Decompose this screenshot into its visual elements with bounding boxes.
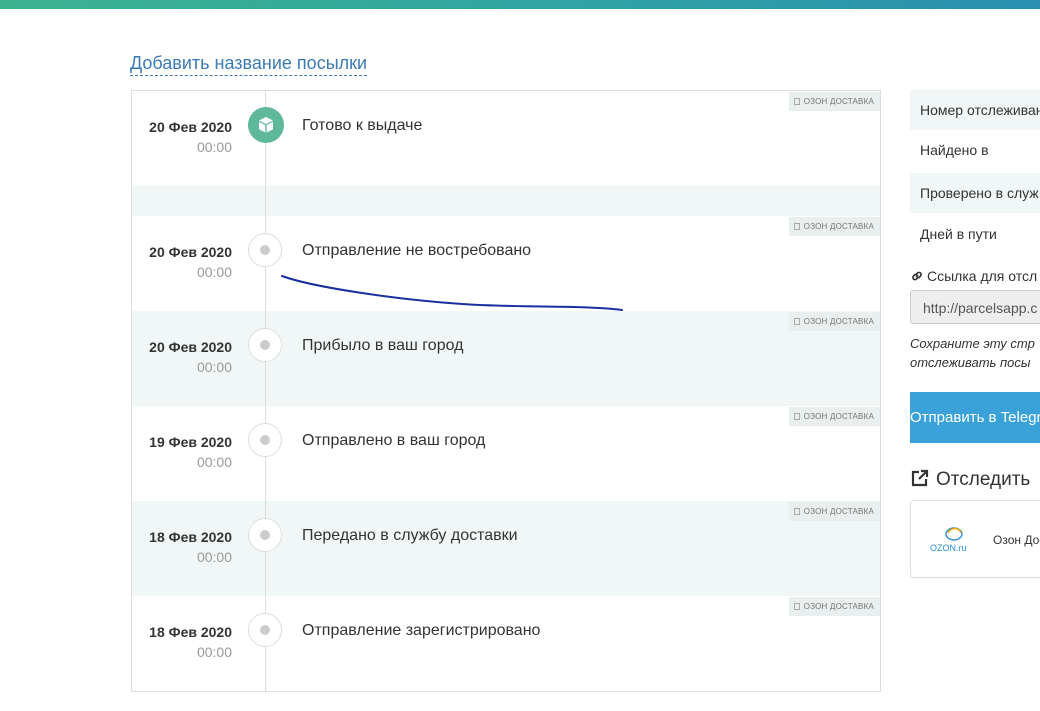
dot-icon	[248, 518, 282, 552]
info-row-tracking-number: Номер отслеживан	[910, 90, 1040, 130]
carrier-card-ozon[interactable]: OZON.ru Озон Дос	[910, 500, 1040, 578]
carrier-badge: ОЗОН ДОСТАВКА	[788, 217, 880, 236]
event-status: Передано в службу доставки	[302, 527, 518, 544]
event-date: 18 Фев 2020	[149, 529, 232, 545]
add-parcel-name-link[interactable]: Добавить название посылки	[130, 52, 368, 76]
ozon-logo: OZON.ru	[930, 527, 967, 553]
event-time: 00:00	[196, 359, 232, 375]
carrier-name: Озон Дос	[993, 533, 1040, 547]
package-icon	[248, 107, 284, 143]
event-status: Прибыло в ваш город	[302, 337, 464, 354]
carrier-badge-icon	[793, 223, 800, 230]
timeline-event: 18 Фев 2020 00:00 Передано в службу дост…	[132, 501, 880, 596]
track-title: Отследить	[910, 468, 1030, 491]
event-date: 20 Фев 2020	[149, 119, 232, 135]
timeline-event: 18 Фев 2020 00:00 Отправление зарегистри…	[132, 596, 880, 691]
tracking-link-label-text: Ссылка для отсл	[927, 268, 1038, 284]
timeline-event: 20 Фев 2020 00:00 Отправление не востреб…	[132, 216, 880, 311]
carrier-badge-label: ОЗОН ДОСТАВКА	[803, 222, 874, 231]
event-date: 19 Фев 2020	[149, 434, 232, 450]
save-note-line2: отслеживать посы	[910, 355, 1031, 370]
event-status: Отправление зарегистрировано	[302, 622, 541, 639]
info-row-found-in: Найдено в	[920, 142, 989, 158]
carrier-badge: ОЗОН ДОСТАВКА	[788, 92, 880, 111]
info-row-checked-in: Проверено в служ	[910, 173, 1040, 213]
send-to-telegram-button[interactable]: Отправить в Telegr	[910, 392, 1040, 443]
save-note-line1: Сохраните эту стр	[910, 336, 1035, 351]
carrier-badge-label: ОЗОН ДОСТАВКА	[803, 412, 874, 421]
dot-icon	[248, 613, 282, 647]
external-link-icon	[911, 469, 929, 487]
event-status: Готово к выдаче	[302, 117, 423, 134]
timeline-gap	[132, 186, 880, 216]
event-time: 00:00	[196, 454, 232, 470]
event-date: 20 Фев 2020	[149, 339, 232, 355]
carrier-badge-icon	[793, 98, 800, 105]
carrier-badge-icon	[793, 413, 800, 420]
carrier-badge-label: ОЗОН ДОСТАВКА	[803, 317, 874, 326]
timeline-event: 19 Фев 2020 00:00 Отправлено в ваш город…	[132, 406, 880, 501]
carrier-badge-icon	[793, 603, 800, 610]
carrier-badge-label: ОЗОН ДОСТАВКА	[803, 97, 874, 106]
carrier-badge-label: ОЗОН ДОСТАВКА	[803, 602, 874, 611]
tracking-link-field[interactable]: http://parcelsapp.c	[910, 290, 1040, 324]
event-time: 00:00	[196, 549, 232, 565]
timeline-event: 20 Фев 2020 00:00 Прибыло в ваш город ОЗ…	[132, 311, 880, 406]
carrier-badge-label: ОЗОН ДОСТАВКА	[803, 507, 874, 516]
timeline-event: 20 Фев 2020 00:00 Готово к выдаче ОЗОН Д…	[132, 91, 880, 186]
event-time: 00:00	[196, 264, 232, 280]
carrier-badge-icon	[793, 508, 800, 515]
tracking-link-label: Ссылка для отсл	[910, 268, 1037, 284]
event-date: 18 Фев 2020	[149, 624, 232, 640]
info-row-days-in-transit: Дней в пути	[920, 226, 997, 242]
dot-icon	[248, 233, 282, 267]
dot-icon	[248, 328, 282, 362]
event-status: Отправление не востребовано	[302, 242, 532, 259]
event-date: 20 Фев 2020	[149, 244, 232, 260]
dot-icon	[248, 423, 282, 457]
carrier-badge: ОЗОН ДОСТАВКА	[788, 312, 880, 331]
carrier-badge: ОЗОН ДОСТАВКА	[788, 597, 880, 616]
carrier-badge: ОЗОН ДОСТАВКА	[788, 407, 880, 426]
timeline-line	[265, 91, 266, 691]
link-icon	[912, 271, 922, 281]
carrier-badge: ОЗОН ДОСТАВКА	[788, 502, 880, 521]
event-time: 00:00	[196, 644, 232, 660]
tracking-timeline: 20 Фев 2020 00:00 Готово к выдаче ОЗОН Д…	[131, 90, 881, 692]
top-gradient-bar	[0, 0, 1040, 9]
event-time: 00:00	[196, 139, 232, 155]
event-status: Отправлено в ваш город	[302, 432, 486, 449]
save-page-note: Сохраните эту стр отслеживать посы	[910, 334, 1035, 372]
carrier-badge-icon	[793, 318, 800, 325]
track-title-text: Отследить	[936, 469, 1031, 490]
ozon-logo-text: OZON.ru	[930, 543, 967, 553]
